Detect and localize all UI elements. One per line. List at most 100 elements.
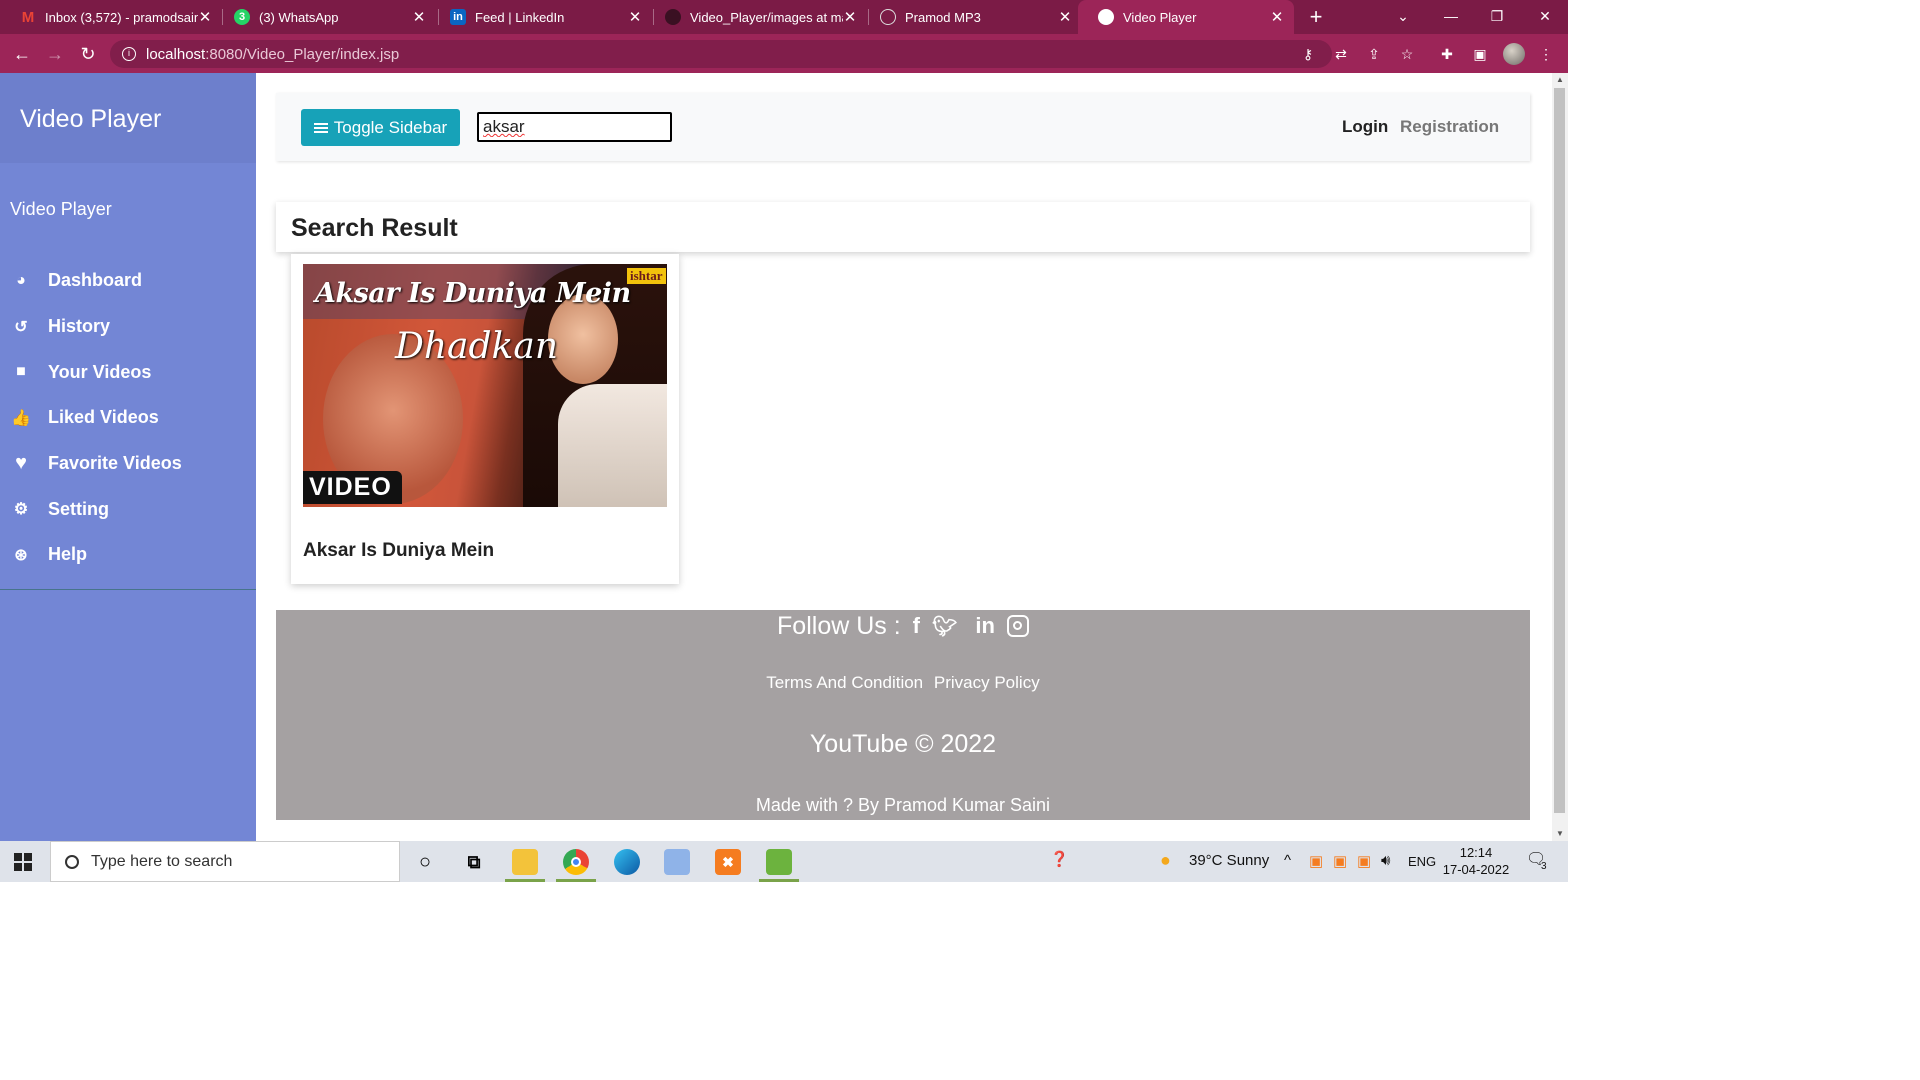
gmail-icon: M bbox=[21, 8, 35, 26]
minimize-button[interactable]: — bbox=[1428, 0, 1474, 34]
forward-button[interactable]: → bbox=[42, 42, 68, 66]
close-icon[interactable]: ✕ bbox=[843, 8, 857, 26]
sidebar-header: Video Player bbox=[0, 73, 256, 163]
clock-time: 12:14 bbox=[1459, 845, 1493, 860]
chrome-icon[interactable] bbox=[563, 849, 589, 875]
taskbar-search-box[interactable]: Type here to search bbox=[50, 841, 400, 882]
tab-title: Video_Player/images at ma bbox=[690, 9, 843, 25]
tab-github[interactable]: Video_Player/images at ma ✕ bbox=[645, 0, 867, 34]
file-explorer-icon[interactable] bbox=[512, 849, 538, 875]
instagram-icon[interactable] bbox=[1006, 615, 1029, 637]
sidebar-item-help[interactable]: ⊛ Help bbox=[0, 532, 256, 578]
linkedin-icon[interactable]: in bbox=[975, 613, 995, 639]
thumbnail-title-line1: Aksar Is Duniya Mein bbox=[315, 278, 631, 309]
more-menu-icon[interactable]: ⋮ bbox=[1536, 44, 1556, 64]
browser-tab-strip: M Inbox (3,572) - pramodsaini ✕ 3 (3) Wh… bbox=[0, 0, 1568, 34]
close-icon[interactable]: ✕ bbox=[1058, 8, 1072, 26]
notification-count: 3 bbox=[1541, 861, 1547, 872]
xampp-tray-icon[interactable]: ▣ bbox=[1309, 852, 1323, 870]
privacy-link[interactable]: Privacy Policy bbox=[934, 673, 1040, 692]
windows-start-button[interactable] bbox=[14, 853, 32, 871]
share-icon[interactable]: ⇪ bbox=[1364, 44, 1384, 64]
toggle-sidebar-label: Toggle Sidebar bbox=[333, 117, 448, 137]
new-tab-button[interactable]: + bbox=[1306, 5, 1326, 29]
profile-avatar[interactable] bbox=[1503, 43, 1525, 65]
sun-icon: ● bbox=[1160, 850, 1171, 870]
sidebar-item-favorite-videos[interactable]: ♥ Favorite Videos bbox=[0, 441, 256, 487]
close-icon[interactable]: ✕ bbox=[198, 8, 212, 26]
site-info-icon[interactable]: i bbox=[122, 47, 136, 61]
facebook-icon[interactable]: f bbox=[913, 613, 920, 639]
active-app-indicator bbox=[505, 879, 545, 882]
address-bar[interactable]: i localhost:8080/Video_Player/index.jsp bbox=[110, 40, 1332, 68]
close-icon[interactable]: ✕ bbox=[1270, 8, 1284, 26]
login-link[interactable]: Login bbox=[1342, 117, 1388, 137]
edge-icon[interactable] bbox=[614, 849, 640, 875]
globe-icon bbox=[1098, 9, 1114, 25]
chevron-up-icon[interactable]: ^ bbox=[1284, 852, 1291, 869]
cortana-icon[interactable]: ○ bbox=[412, 849, 438, 875]
close-window-button[interactable]: ✕ bbox=[1522, 0, 1568, 34]
tab-search-chevron-icon[interactable]: ⌄ bbox=[1380, 0, 1426, 34]
tab-title: Inbox (3,572) - pramodsaini bbox=[45, 9, 198, 25]
side-panel-icon[interactable]: ▣ bbox=[1470, 44, 1490, 64]
key-icon[interactable]: ⚷ bbox=[1298, 44, 1318, 64]
sidebar-item-history[interactable]: ↺ History bbox=[0, 304, 256, 350]
video-card[interactable]: Aksar Is Duniya Mein Dhadkan ishtar VIDE… bbox=[291, 254, 679, 584]
xampp-tray-icon[interactable]: ▣ bbox=[1357, 852, 1371, 870]
tab-whatsapp[interactable]: 3 (3) WhatsApp ✕ bbox=[214, 0, 436, 34]
thumbs-up-icon: 👍 bbox=[11, 409, 31, 427]
help-icon[interactable]: ❓ bbox=[1050, 850, 1069, 868]
bookmark-star-icon[interactable]: ☆ bbox=[1397, 44, 1417, 64]
back-button[interactable]: ← bbox=[9, 42, 35, 66]
thumbnail-brand-logo: ishtar bbox=[627, 268, 666, 284]
video-thumbnail[interactable]: Aksar Is Duniya Mein Dhadkan ishtar VIDE… bbox=[303, 264, 667, 507]
notepad-icon[interactable] bbox=[766, 849, 792, 875]
search-input[interactable] bbox=[477, 112, 672, 142]
sidebar-divider bbox=[0, 589, 256, 590]
video-title[interactable]: Aksar Is Duniya Mein bbox=[303, 540, 494, 562]
sidebar-item-dashboard[interactable]: ◕ Dashboard bbox=[0, 258, 256, 304]
task-view-icon[interactable]: ⧉ bbox=[461, 849, 487, 875]
scroll-down-icon[interactable]: ▼ bbox=[1552, 827, 1568, 841]
xampp-icon[interactable]: ✖ bbox=[715, 849, 741, 875]
tab-video-player[interactable]: Video Player ✕ bbox=[1078, 0, 1294, 34]
registration-link[interactable]: Registration bbox=[1400, 117, 1499, 137]
tab-gmail[interactable]: M Inbox (3,572) - pramodsaini ✕ bbox=[0, 0, 222, 34]
tab-pramod-mp3[interactable]: Pramod MP3 ✕ bbox=[860, 0, 1082, 34]
page-scrollbar[interactable]: ▲ ▼ bbox=[1552, 73, 1568, 841]
terms-link[interactable]: Terms And Condition bbox=[766, 673, 923, 692]
github-icon bbox=[665, 9, 681, 25]
extensions-icon[interactable]: ✚ bbox=[1437, 44, 1457, 64]
weather-text[interactable]: 39°C Sunny bbox=[1189, 852, 1269, 869]
main-content: Toggle Sidebar Login Registration Search… bbox=[256, 73, 1552, 841]
language-indicator[interactable]: ENG bbox=[1408, 854, 1436, 869]
close-icon[interactable]: ✕ bbox=[412, 8, 426, 26]
active-app-indicator bbox=[759, 879, 799, 882]
restore-button[interactable]: ❐ bbox=[1474, 0, 1520, 34]
xampp-tray-icon[interactable]: ▣ bbox=[1333, 852, 1347, 870]
translate-icon[interactable]: ⇄ bbox=[1331, 44, 1351, 64]
sidebar-item-label: Setting bbox=[48, 498, 109, 519]
tab-title: Pramod MP3 bbox=[905, 9, 981, 25]
globe-icon bbox=[880, 9, 896, 25]
tab-linkedin[interactable]: in Feed | LinkedIn ✕ bbox=[430, 0, 652, 34]
scroll-up-icon[interactable]: ▲ bbox=[1552, 73, 1568, 87]
sidebar-item-setting[interactable]: ⚙ Setting bbox=[0, 486, 256, 532]
sidebar-item-liked-videos[interactable]: 👍 Liked Videos bbox=[0, 395, 256, 441]
copyright: YouTube © 2022 bbox=[809, 730, 997, 758]
scrollbar-thumb[interactable] bbox=[1554, 88, 1565, 813]
clock[interactable]: 12:14 17-04-2022 bbox=[1440, 844, 1512, 878]
windows-taskbar: Type here to search ○ ⧉ ✖ ❓ ● 39°C Sunny… bbox=[0, 841, 1568, 882]
sidebar-item-label: Your Videos bbox=[48, 361, 152, 382]
url-path: :8080/Video_Player/index.jsp bbox=[205, 45, 400, 63]
twitter-icon[interactable]: 🐦︎ bbox=[932, 614, 957, 639]
sidebar: Video Player Video Player ◕ Dashboard ↺ … bbox=[0, 73, 256, 841]
tab-title: Feed | LinkedIn bbox=[475, 9, 565, 25]
reload-button[interactable]: ↻ bbox=[75, 42, 101, 66]
volume-icon[interactable]: 🔊︎ bbox=[1381, 852, 1390, 869]
toggle-sidebar-button[interactable]: Toggle Sidebar bbox=[301, 109, 460, 146]
sidebar-item-your-videos[interactable]: ■ Your Videos bbox=[0, 349, 256, 395]
close-icon[interactable]: ✕ bbox=[628, 8, 642, 26]
virtualbox-icon[interactable] bbox=[664, 849, 690, 875]
